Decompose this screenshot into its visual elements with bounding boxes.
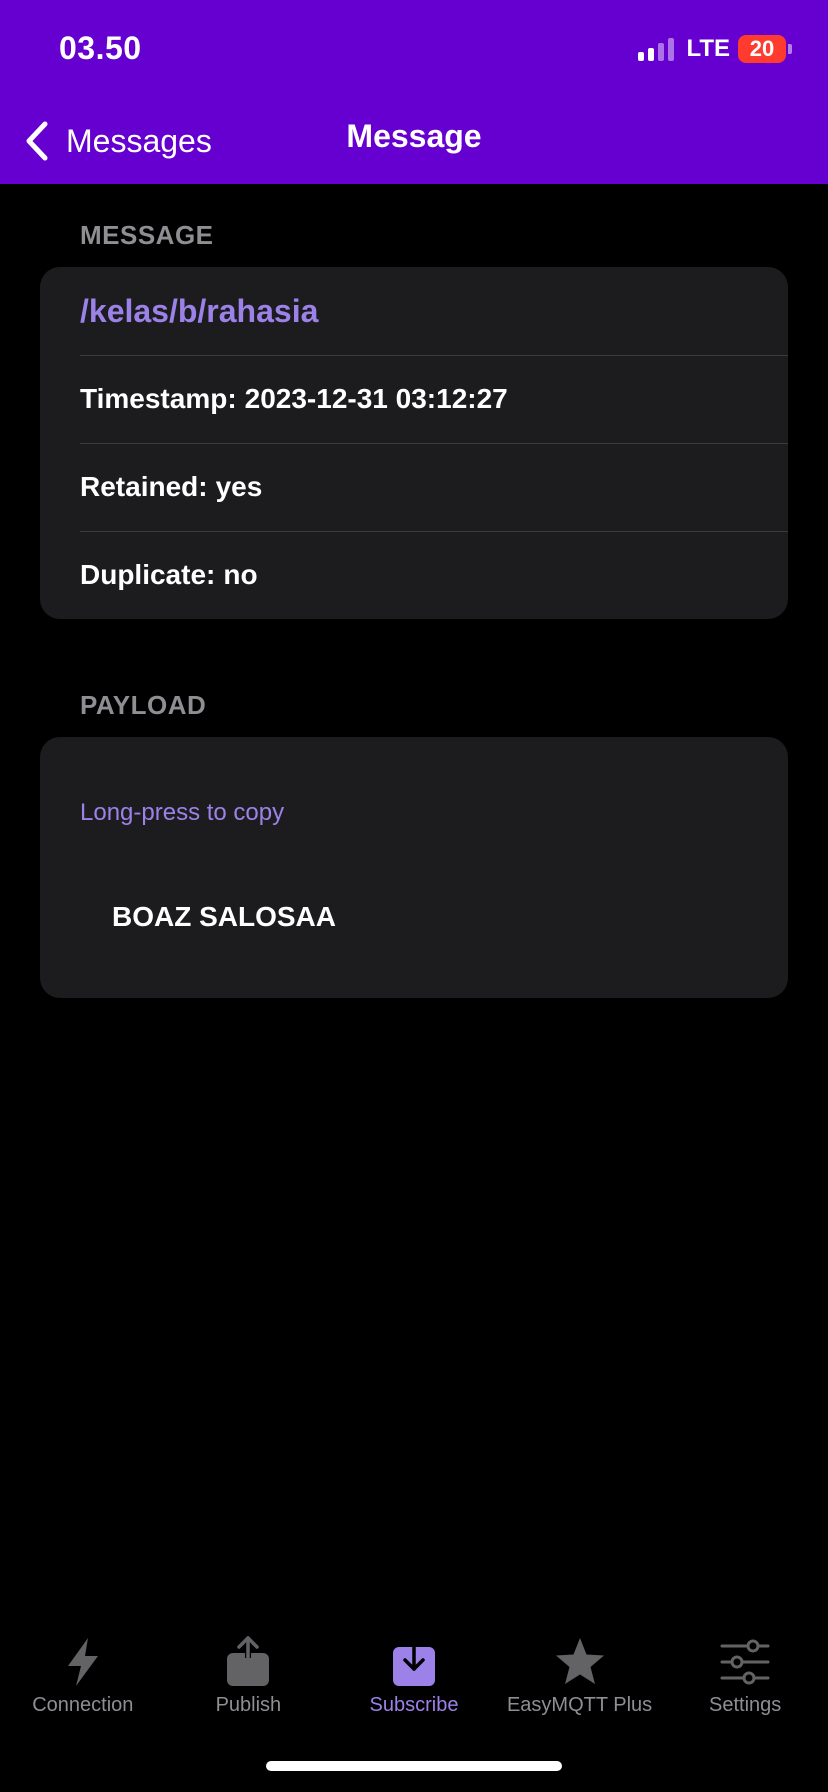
upload-icon (227, 1636, 270, 1686)
timestamp-row: Timestamp: 2023-12-31 03:12:27 (40, 355, 788, 443)
duplicate-label: Duplicate: (80, 559, 216, 590)
battery-level: 20 (738, 35, 786, 63)
tab-label-subscribe: Subscribe (369, 1694, 459, 1716)
retained-value: yes (215, 471, 263, 502)
retained-row: Retained: yes (40, 443, 788, 531)
tab-label-connection: Connection (32, 1694, 134, 1716)
tab-label-easymqtt-plus: EasyMQTT Plus (506, 1694, 653, 1716)
status-indicators: LTE 20 (638, 34, 792, 64)
tab-subscribe[interactable]: Subscribe (331, 1620, 497, 1730)
download-icon (392, 1636, 435, 1686)
payload-section-header: PAYLOAD (80, 690, 207, 720)
tab-connection[interactable]: Connection (0, 1620, 166, 1730)
tab-settings[interactable]: Settings (662, 1620, 828, 1730)
duplicate-value: no (223, 559, 258, 590)
duplicate-row: Duplicate: no (40, 531, 788, 619)
tab-easymqtt-plus[interactable]: EasyMQTT Plus (497, 1620, 663, 1730)
message-details-card: /kelas/b/rahasia Timestamp: 2023-12-31 0… (40, 267, 788, 619)
network-type: LTE (686, 35, 730, 62)
battery-icon: 20 (738, 35, 792, 63)
navigation-header: 03.50 LTE 20 Messages Message (0, 0, 828, 184)
page-title: Message (346, 118, 482, 154)
timestamp-value: 2023-12-31 03:12:27 (244, 383, 508, 414)
tab-label-settings: Settings (709, 1694, 782, 1716)
message-topic: /kelas/b/rahasia (80, 292, 319, 329)
status-time: 03.50 (59, 30, 142, 66)
message-section-header: MESSAGE (80, 220, 214, 250)
tab-publish[interactable]: Publish (166, 1620, 332, 1730)
bolt-icon (67, 1638, 98, 1686)
tab-label-publish: Publish (215, 1694, 282, 1716)
payload-card[interactable]: Long-press to copy BOAZ SALOSAA (40, 737, 788, 998)
sliders-icon (720, 1639, 770, 1685)
copy-hint: Long-press to copy (80, 799, 285, 826)
home-indicator[interactable] (266, 1761, 562, 1771)
topic-row: /kelas/b/rahasia (40, 267, 788, 355)
retained-label: Retained: (80, 471, 208, 502)
cellular-signal-icon (638, 37, 675, 61)
timestamp-label: Timestamp: (80, 383, 237, 414)
tab-bar: Connection Publish Subscribe EasyMQTT Pl… (0, 1620, 828, 1730)
payload-content[interactable]: BOAZ SALOSAA (112, 901, 336, 933)
star-icon (555, 1638, 604, 1684)
